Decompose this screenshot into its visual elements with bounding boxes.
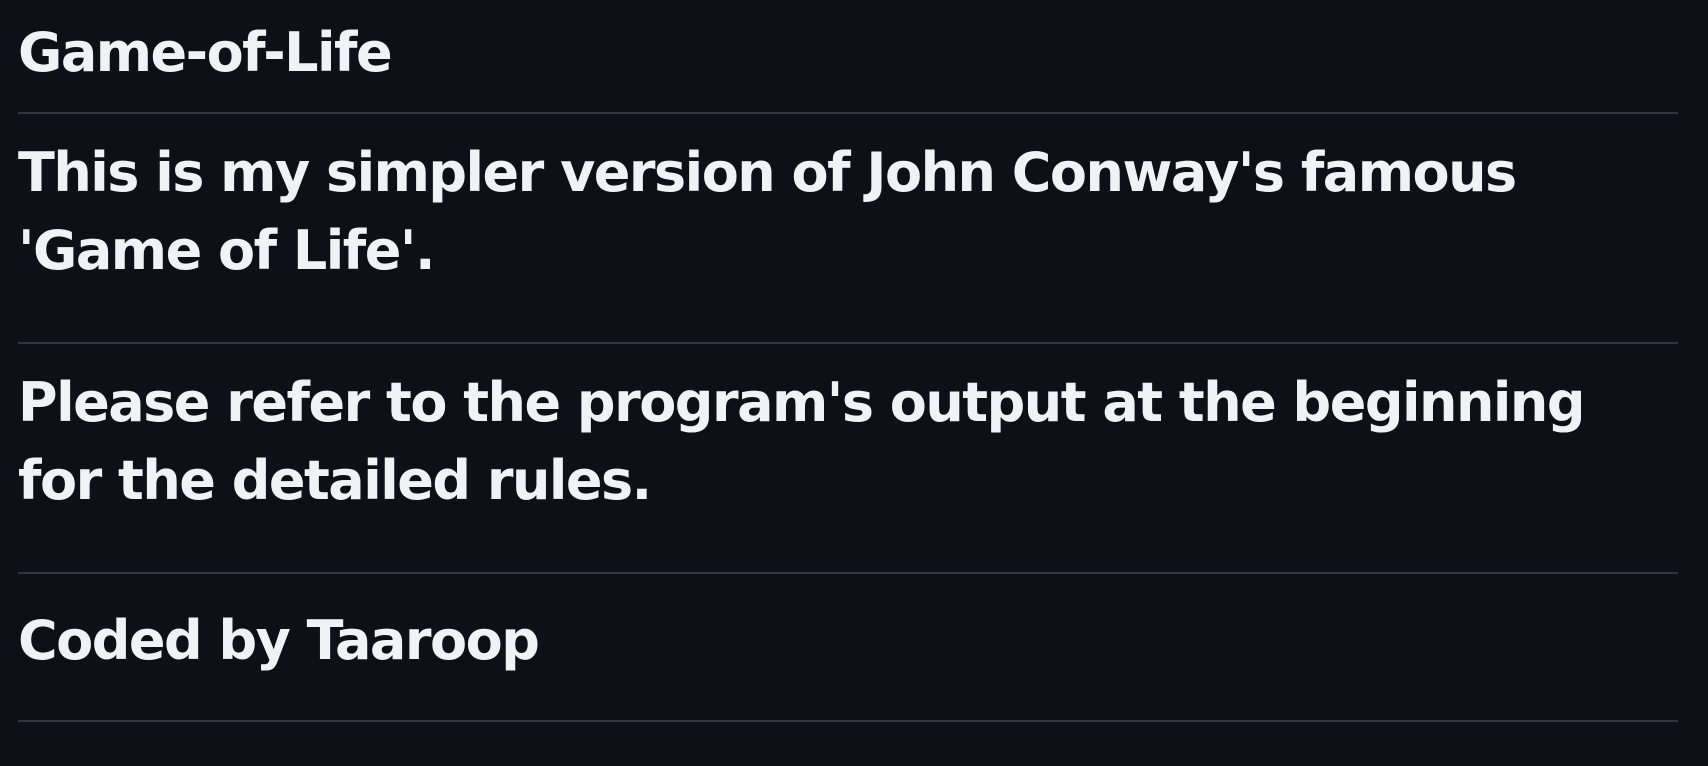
readme-content: Game-of-Life This is my simpler version … <box>0 0 1708 766</box>
readme-title: Game-of-Life <box>18 0 1678 114</box>
readme-description: This is my simpler version of John Conwa… <box>18 114 1678 344</box>
readme-credit: Coded by Taaroop <box>18 574 1678 722</box>
readme-rules-note: Please refer to the program's output at … <box>18 344 1678 574</box>
